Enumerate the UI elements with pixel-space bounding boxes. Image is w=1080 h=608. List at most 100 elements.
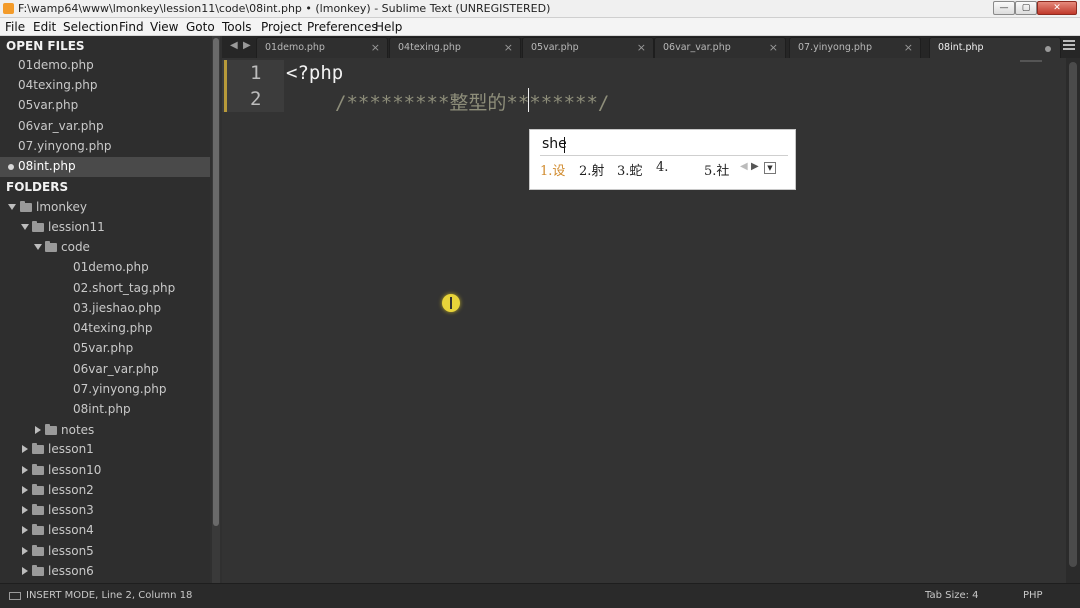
menu-find[interactable]: Find [119, 20, 144, 34]
tab-06var_var[interactable]: 06var_var.php × [654, 37, 786, 58]
ime-prev-icon[interactable]: ◀ [740, 161, 748, 172]
status-tab-size[interactable]: Tab Size: 4 [925, 590, 979, 601]
open-file-label: 01demo.php [18, 58, 94, 72]
tab-label: 05var.php [531, 42, 579, 53]
status-position: INSERT MODE, Line 2, Column 18 [26, 590, 193, 601]
file-label: 08int.php [73, 402, 131, 416]
folder-label: lesson10 [48, 463, 102, 477]
menu-goto[interactable]: Goto [186, 20, 215, 34]
folder-lesson5[interactable]: lesson5 [0, 542, 210, 562]
ime-candidate[interactable]: 1.设 [540, 160, 565, 179]
title-bar: F:\wamp64\www\lmonkey\lession11\code\08i… [0, 0, 1080, 18]
menu-bar: File Edit Selection Find View Goto Tools… [0, 18, 1080, 36]
current-line-marker [224, 60, 227, 112]
open-file-label: 06var_var.php [18, 119, 104, 133]
unsaved-dot-icon[interactable] [1045, 46, 1051, 52]
close-icon[interactable]: × [371, 41, 380, 54]
sidebar: OPEN FILES 01demo.php 04texing.php 05var… [0, 36, 210, 583]
tab-label: 01demo.php [265, 42, 325, 53]
close-icon[interactable]: × [504, 41, 513, 54]
ime-candidate[interactable]: 5.社 [704, 160, 729, 179]
folder-open-icon [20, 201, 32, 212]
file-label: 06var_var.php [73, 362, 159, 376]
folder-lesson3[interactable]: lesson3 [0, 501, 210, 521]
sidebar-scrollbar-thumb[interactable] [213, 38, 219, 526]
ime-divider [540, 155, 788, 156]
tab-05var[interactable]: 05var.php × [522, 37, 654, 58]
sidebar-scrollbar[interactable] [212, 36, 220, 583]
folder-icon [32, 443, 44, 454]
tab-07yinyong[interactable]: 07.yinyong.php × [789, 37, 921, 58]
folder-lmonkey[interactable]: lmonkey [0, 198, 210, 218]
file-label: 02.short_tag.php [73, 281, 176, 295]
file-item[interactable]: 08int.php [0, 400, 210, 420]
folder-lesson10[interactable]: lesson10 [0, 461, 210, 481]
menu-selection[interactable]: Selection [63, 20, 118, 34]
chevron-right-icon [22, 526, 28, 534]
folder-notes[interactable]: notes [0, 421, 210, 441]
open-file-item[interactable]: 04texing.php [0, 76, 210, 96]
file-item[interactable]: 06var_var.php [0, 360, 210, 380]
code-line-1[interactable]: <?php [286, 62, 343, 84]
panel-toggle-icon[interactable] [9, 592, 21, 600]
tab-01demo[interactable]: 01demo.php × [256, 37, 388, 58]
close-icon[interactable]: × [904, 41, 913, 54]
tab-04texing[interactable]: 04texing.php × [389, 37, 521, 58]
menu-project[interactable]: Project [261, 20, 302, 34]
editor-scrollbar[interactable] [1066, 58, 1080, 583]
menu-edit[interactable]: Edit [33, 20, 56, 34]
ime-candidate[interactable]: 3.蛇 [617, 160, 642, 179]
tab-label: 06var_var.php [663, 42, 731, 53]
tab-menu-icon[interactable] [1063, 40, 1075, 52]
folder-lesson2[interactable]: lesson2 [0, 481, 210, 501]
folder-open-icon [32, 221, 44, 232]
open-file-label: 05var.php [18, 98, 79, 112]
menu-view[interactable]: View [150, 20, 178, 34]
menu-help[interactable]: Help [375, 20, 402, 34]
minimize-button[interactable]: — [993, 1, 1015, 15]
tab-08int-active[interactable]: 08int.php [929, 37, 1061, 58]
close-icon[interactable]: × [769, 41, 778, 54]
file-item[interactable]: 03.jieshao.php [0, 299, 210, 319]
folder-lesson6[interactable]: lesson6 [0, 562, 210, 582]
chevron-right-icon [22, 486, 28, 494]
file-item[interactable]: 01demo.php [0, 258, 210, 278]
open-file-item[interactable]: 06var_var.php [0, 117, 210, 137]
folder-lesson1[interactable]: lesson1 [0, 440, 210, 460]
editor-scrollbar-thumb[interactable] [1069, 62, 1077, 567]
close-icon[interactable]: × [637, 41, 646, 54]
menu-tools[interactable]: Tools [222, 20, 252, 34]
folder-code[interactable]: code [0, 238, 210, 258]
minimap[interactable] [1020, 60, 1042, 62]
open-file-item[interactable]: 01demo.php [0, 56, 210, 76]
open-file-label: 08int.php [18, 159, 76, 173]
folder-label: lesson2 [48, 483, 94, 497]
tab-next-icon[interactable]: ▶ [243, 40, 251, 51]
file-item[interactable]: 05var.php [0, 339, 210, 359]
file-item[interactable]: 04texing.php [0, 319, 210, 339]
maximize-button[interactable]: ▢ [1015, 1, 1037, 15]
menu-preferences[interactable]: Preferences [307, 20, 378, 34]
open-file-item[interactable]: 07.yinyong.php [0, 137, 210, 157]
open-files-heading: OPEN FILES [6, 39, 85, 53]
close-button[interactable]: ✕ [1037, 1, 1077, 15]
folder-icon [32, 504, 44, 515]
open-file-item-active[interactable]: 08int.php [0, 157, 210, 177]
ime-next-icon[interactable]: ▶ [751, 161, 759, 172]
menu-file[interactable]: File [5, 20, 25, 34]
file-item[interactable]: 07.yinyong.php [0, 380, 210, 400]
tab-prev-icon[interactable]: ◀ [230, 40, 238, 51]
tab-label: 04texing.php [398, 42, 461, 53]
ime-candidate[interactable]: 2.射 [579, 160, 604, 179]
folder-lesson4[interactable]: lesson4 [0, 521, 210, 541]
code-line-2[interactable]: /*********整型的********/ [335, 88, 609, 115]
status-syntax[interactable]: PHP [1023, 590, 1043, 601]
folder-lession11[interactable]: lession11 [0, 218, 210, 238]
folder-icon [45, 424, 57, 435]
text-caret [528, 88, 529, 112]
open-file-item[interactable]: 05var.php [0, 96, 210, 116]
ime-candidate[interactable]: 4. [656, 160, 668, 175]
ime-dropdown-icon[interactable]: ▼ [764, 162, 776, 174]
status-bar: INSERT MODE, Line 2, Column 18 Tab Size:… [0, 583, 1080, 608]
file-item[interactable]: 02.short_tag.php [0, 279, 210, 299]
